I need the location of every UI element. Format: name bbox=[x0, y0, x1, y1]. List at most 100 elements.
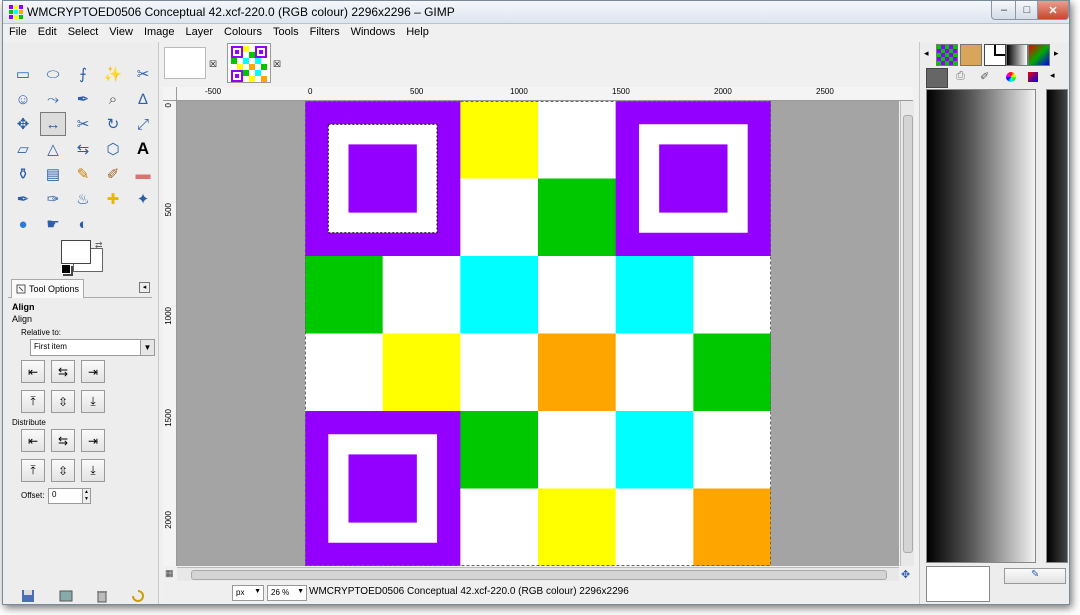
pencil-icon[interactable]: ✎ bbox=[70, 162, 96, 186]
dodge-burn-icon[interactable]: ◐ bbox=[70, 212, 96, 236]
rotate-icon[interactable]: ↻ bbox=[100, 112, 126, 136]
menu-select[interactable]: Select bbox=[62, 23, 104, 42]
foreground-color-swatch[interactable] bbox=[61, 240, 91, 264]
heal-icon[interactable]: ✚ bbox=[100, 187, 126, 211]
scissors-select-icon[interactable]: ✂ bbox=[130, 62, 156, 86]
horizontal-scrollbar-thumb[interactable] bbox=[191, 570, 887, 580]
paintbrush-icon[interactable]: ✐ bbox=[100, 162, 126, 186]
menu-help[interactable]: Help bbox=[400, 23, 434, 42]
image-tab-active[interactable] bbox=[227, 43, 271, 83]
distribute-middle-icon[interactable]: ⇳ bbox=[51, 459, 75, 482]
distribute-right-icon[interactable]: ⇥ bbox=[81, 429, 105, 452]
blend-icon[interactable]: ▤ bbox=[40, 162, 66, 186]
align-left-icon[interactable]: ⇤ bbox=[21, 360, 45, 383]
menu-view[interactable]: View bbox=[103, 23, 138, 42]
align-middle-icon[interactable]: ⇳ bbox=[51, 390, 75, 413]
free-select-icon[interactable]: ⨍ bbox=[70, 62, 96, 86]
menu-layer[interactable]: Layer bbox=[180, 23, 219, 42]
bucket-fill-icon[interactable]: ⚱ bbox=[10, 162, 36, 186]
menu-filters[interactable]: Filters bbox=[304, 23, 345, 42]
vertical-scrollbar-thumb[interactable] bbox=[903, 115, 913, 553]
cage-transform-icon[interactable]: ⬡ bbox=[100, 137, 126, 161]
ruler-corner[interactable] bbox=[163, 87, 177, 101]
smudge-icon[interactable]: ☛ bbox=[40, 212, 66, 236]
distribute-center-icon[interactable]: ⇆ bbox=[51, 429, 75, 452]
close-tab-icon[interactable]: ☒ bbox=[273, 59, 281, 70]
menu-file[interactable]: File bbox=[3, 23, 32, 42]
zoom-select[interactable]: 26 % ▼ bbox=[267, 585, 307, 601]
perspective-icon[interactable]: △ bbox=[40, 137, 66, 161]
distribute-top-icon[interactable]: ⤒ bbox=[21, 459, 45, 482]
delete-options-icon[interactable] bbox=[95, 589, 109, 603]
flip-icon[interactable]: ⇆ bbox=[70, 137, 96, 161]
rect-select-icon[interactable]: ▭ bbox=[10, 62, 36, 86]
vertical-scrollbar[interactable] bbox=[900, 101, 914, 566]
measure-icon[interactable]: ∆ bbox=[130, 87, 156, 111]
foreground-select-icon[interactable]: ☺ bbox=[10, 87, 36, 111]
patterns-icon[interactable] bbox=[936, 44, 958, 66]
palette-icon[interactable] bbox=[1028, 44, 1050, 66]
menu-windows[interactable]: Windows bbox=[345, 23, 401, 42]
zoom-icon[interactable]: ⌕ bbox=[100, 87, 126, 111]
panel-menu-icon[interactable]: ◂ bbox=[1050, 70, 1055, 81]
align-bottom-icon[interactable]: ⤓ bbox=[81, 390, 105, 413]
quick-mask-icon[interactable]: ▦ bbox=[165, 568, 174, 579]
airbrush-icon[interactable]: ✒ bbox=[10, 187, 36, 211]
close-button[interactable]: ✕ bbox=[1037, 1, 1069, 20]
image-canvas[interactable] bbox=[305, 101, 771, 566]
vertical-ruler[interactable]: 0 500 1000 1500 2000 bbox=[163, 101, 177, 566]
tool-presets-icon[interactable] bbox=[926, 68, 948, 88]
menu-edit[interactable]: Edit bbox=[32, 23, 62, 42]
relative-to-select[interactable]: First item ▼ bbox=[30, 339, 155, 356]
navigate-icon[interactable]: ✥ bbox=[901, 568, 910, 581]
distribute-bottom-icon[interactable]: ⤓ bbox=[81, 459, 105, 482]
menu-tools[interactable]: Tools bbox=[267, 23, 304, 42]
gradient-preview[interactable] bbox=[926, 89, 1036, 563]
gradient-preview-secondary[interactable] bbox=[1046, 89, 1068, 563]
fonts-icon[interactable] bbox=[984, 44, 1006, 66]
dock-bottom-preview[interactable] bbox=[926, 566, 990, 602]
panel-menu-icon[interactable]: ◂ bbox=[139, 282, 150, 293]
maximize-button[interactable]: □ bbox=[1015, 1, 1039, 20]
image-tab-blank[interactable] bbox=[164, 47, 206, 79]
perspective-clone-icon[interactable]: ✦ bbox=[130, 187, 156, 211]
canvas-area[interactable] bbox=[177, 101, 899, 566]
align-top-icon[interactable]: ⤒ bbox=[21, 390, 45, 413]
offset-input[interactable]: 0 bbox=[48, 488, 83, 504]
menu-colours[interactable]: Colours bbox=[218, 23, 267, 42]
tab-tool-options[interactable]: Tool Options bbox=[11, 279, 85, 298]
align-right-icon[interactable]: ⇥ bbox=[81, 360, 105, 383]
text-icon[interactable]: A bbox=[130, 137, 156, 161]
color-picker-icon[interactable]: ✒ bbox=[70, 87, 96, 111]
fuzzy-select-icon[interactable]: ✨ bbox=[100, 62, 126, 86]
align-icon[interactable]: ↔ bbox=[40, 112, 66, 136]
minimize-button[interactable]: – bbox=[991, 1, 1017, 20]
restore-options-icon[interactable] bbox=[59, 589, 73, 603]
move-icon[interactable]: ✥ bbox=[10, 112, 36, 136]
horizontal-scrollbar[interactable] bbox=[177, 567, 899, 581]
unit-select[interactable]: px ▼ bbox=[232, 585, 264, 601]
brushes-icon[interactable] bbox=[960, 44, 982, 66]
align-center-icon[interactable]: ⇆ bbox=[51, 360, 75, 383]
paths-icon[interactable]: ⤳ bbox=[40, 87, 66, 111]
gradients-icon[interactable] bbox=[1006, 44, 1028, 66]
swap-colors-icon[interactable]: ⇄ bbox=[95, 240, 103, 251]
distribute-left-icon[interactable]: ⇤ bbox=[21, 429, 45, 452]
dock-scroll-right-icon[interactable]: ▸ bbox=[1054, 48, 1059, 59]
default-colors-icon[interactable] bbox=[61, 264, 71, 274]
eraser-icon[interactable]: ▬ bbox=[130, 162, 156, 186]
reset-options-icon[interactable] bbox=[131, 589, 145, 603]
color-wheel-icon[interactable] bbox=[1006, 72, 1016, 82]
paintbrush-tab-icon[interactable]: ✐ bbox=[980, 70, 989, 83]
palette-tab-icon[interactable] bbox=[1028, 72, 1038, 82]
ellipse-select-icon[interactable]: ⬭ bbox=[40, 62, 66, 86]
crop-icon[interactable]: ✂ bbox=[70, 112, 96, 136]
offset-spinner[interactable]: ▲ ▼ bbox=[82, 488, 91, 504]
close-tab-icon[interactable]: ☒ bbox=[209, 59, 217, 70]
dock-scroll-left-icon[interactable]: ◂ bbox=[924, 48, 929, 59]
blur-icon[interactable]: ● bbox=[10, 212, 36, 236]
shear-icon[interactable]: ▱ bbox=[10, 137, 36, 161]
save-options-icon[interactable] bbox=[21, 589, 35, 603]
scale-icon[interactable]: ⤢ bbox=[130, 112, 156, 136]
menu-image[interactable]: Image bbox=[138, 23, 180, 42]
